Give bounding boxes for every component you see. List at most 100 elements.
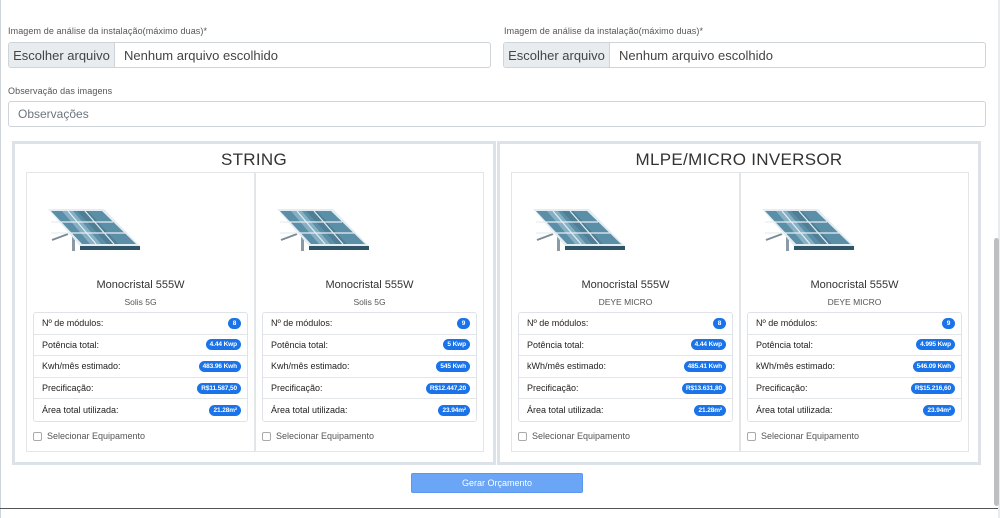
spec-value-badge: 4.995 Kwp <box>916 339 955 351</box>
spec-label: Potência total: <box>271 339 329 350</box>
spec-row: Área total utilizada: 21.28m² <box>519 399 732 421</box>
spec-row: Precificação: R$11.587,50 <box>34 378 247 400</box>
card-title: Monocristal 555W <box>325 279 414 291</box>
upload-1-file-input[interactable]: Escolher arquivo Nenhum arquivo escolhid… <box>8 42 491 68</box>
group-title: STRING <box>220 150 288 169</box>
select-equipment-checkbox[interactable] <box>518 431 527 441</box>
spec-value-badge: 545 Kwh <box>436 360 470 372</box>
select-equipment-checkbox[interactable] <box>747 431 756 441</box>
spec-value-badge: 4.44 Kwp <box>690 339 726 351</box>
spec-label: Potência total: <box>527 339 585 350</box>
spec-list: Nº de módulos: 9 Potência total: 5 Kwp K… <box>262 312 477 422</box>
select-equipment-checkbox[interactable] <box>33 431 42 441</box>
spec-row: Área total utilizada: 23.94m² <box>748 399 961 421</box>
scrollbar-thumb[interactable] <box>994 238 999 506</box>
spec-value-badge: 9 <box>942 317 955 329</box>
spec-list: Nº de módulos: 8 Potência total: 4.44 Kw… <box>33 312 248 422</box>
spec-row: kWh/mês estimado: 485.41 Kwh <box>519 356 732 378</box>
spec-label: Nº de módulos: <box>42 318 104 329</box>
spec-row: Precificação: R$12.447,20 <box>263 378 476 400</box>
card-title: Monocristal 555W <box>810 279 899 291</box>
equipment-card: Monocristal 555W DEYE MICRO Nº de módulo… <box>740 172 969 452</box>
spec-list: Nº de módulos: 8 Potência total: 4.44 Kw… <box>518 312 733 422</box>
card-subtitle: DEYE MICRO <box>827 297 882 307</box>
spec-row: Área total utilizada: 21.28m² <box>34 399 247 421</box>
spec-value-badge: 483.96 Kwh <box>198 360 241 372</box>
card-subtitle: DEYE MICRO <box>598 297 653 307</box>
spec-row: Kwh/mês estimado: 483.96 Kwh <box>34 356 247 378</box>
spec-label: Precificação: <box>42 383 94 394</box>
observations-label: Observação das imagens <box>8 86 113 96</box>
select-equipment-option[interactable]: Selecionar Equipamento <box>518 431 630 441</box>
upload-2-status: Nenhum arquivo escolhido <box>619 47 773 63</box>
spec-label: Potência total: <box>756 339 814 350</box>
spec-label: kWh/mês estimado: <box>527 361 607 372</box>
generate-quote-button[interactable]: Gerar Orçamento <box>411 473 583 493</box>
spec-row: Precificação: R$13.631,80 <box>519 378 732 400</box>
spec-row: Área total utilizada: 23.94m² <box>263 399 476 421</box>
equipment-card: Monocristal 555W Solis 5G Nº de módulos:… <box>255 172 484 452</box>
select-equipment-checkbox[interactable] <box>262 431 271 441</box>
spec-list: Nº de módulos: 9 Potência total: 4.995 K… <box>747 312 962 422</box>
spec-label: kWh/mês estimado: <box>756 361 836 372</box>
spec-row: Potência total: 4.44 Kwp <box>34 335 247 357</box>
select-equipment-option[interactable]: Selecionar Equipamento <box>747 431 859 441</box>
upload-2-label: Imagem de análise da instalação(máximo d… <box>504 26 704 36</box>
card-title: Monocristal 555W <box>581 279 670 291</box>
select-equipment-label: Selecionar Equipamento <box>761 431 860 441</box>
spec-row: Kwh/mês estimado: 545 Kwh <box>263 356 476 378</box>
solar-panel-icon <box>277 209 369 251</box>
spec-label: Precificação: <box>527 383 579 394</box>
spec-row: Precificação: R$15.216,60 <box>748 378 961 400</box>
spec-value-badge: 21.28m² <box>694 404 726 416</box>
spec-label: Nº de módulos: <box>756 318 818 329</box>
spec-label: Área total utilizada: <box>527 405 604 416</box>
upload-1-label: Imagem de análise da instalação(máximo d… <box>8 26 208 36</box>
solar-panel-icon <box>533 209 625 251</box>
equipment-card: Monocristal 555W DEYE MICRO Nº de módulo… <box>511 172 740 452</box>
spec-label: Potência total: <box>42 339 100 350</box>
spec-label: Área total utilizada: <box>271 405 348 416</box>
spec-label: Precificação: <box>756 383 808 394</box>
spec-row: Nº de módulos: 8 <box>519 313 732 335</box>
spec-row: Nº de módulos: 8 <box>34 313 247 335</box>
select-equipment-label: Selecionar Equipamento <box>532 431 631 441</box>
observations-input[interactable]: Observações <box>8 101 986 127</box>
card-subtitle: Solis 5G <box>353 297 386 307</box>
window-left-border <box>0 0 1 518</box>
spec-label: Kwh/mês estimado: <box>271 361 350 372</box>
spec-label: Kwh/mês estimado: <box>42 361 121 372</box>
spec-value-badge: R$12.447,20 <box>425 382 470 394</box>
group-string: STRING Monocristal 555W Solis 5G Nº de m… <box>12 141 496 465</box>
spec-value-badge: 4.44 Kwp <box>205 339 241 351</box>
spec-value-badge: 9 <box>457 317 470 329</box>
select-equipment-label: Selecionar Equipamento <box>276 431 375 441</box>
select-equipment-option[interactable]: Selecionar Equipamento <box>33 431 145 441</box>
page-bottom-border <box>0 508 998 509</box>
spec-value-badge: R$11.587,50 <box>197 382 241 394</box>
group-title: MLPE/MICRO INVERSOR <box>635 150 843 169</box>
spec-row: Nº de módulos: 9 <box>748 313 961 335</box>
select-equipment-option[interactable]: Selecionar Equipamento <box>262 431 374 441</box>
spec-label: Precificação: <box>271 383 323 394</box>
spec-value-badge: 485.41 Kwh <box>683 360 726 372</box>
spec-value-badge: R$13.631,80 <box>681 382 726 394</box>
equipment-card: Monocristal 555W Solis 5G Nº de módulos:… <box>26 172 255 452</box>
spec-row: Potência total: 5 Kwp <box>263 335 476 357</box>
solar-panel-icon <box>48 209 140 251</box>
upload-1-choose-button[interactable]: Escolher arquivo <box>9 43 115 67</box>
solar-panel-icon <box>762 209 854 251</box>
spec-label: Nº de módulos: <box>271 318 333 329</box>
spec-value-badge: 8 <box>228 317 241 329</box>
spec-value-badge: R$15.216,60 <box>910 382 955 394</box>
spec-label: Área total utilizada: <box>756 405 833 416</box>
upload-2-file-input[interactable]: Escolher arquivo Nenhum arquivo escolhid… <box>503 42 986 68</box>
upload-2-choose-button[interactable]: Escolher arquivo <box>504 43 610 67</box>
card-title: Monocristal 555W <box>96 279 185 291</box>
spec-value-badge: 5 Kwp <box>443 339 470 351</box>
upload-1-status: Nenhum arquivo escolhido <box>124 47 278 63</box>
spec-value-badge: 23.94m² <box>438 404 470 416</box>
spec-value-badge: 21.28m² <box>209 404 241 416</box>
spec-value-badge: 23.94m² <box>923 404 955 416</box>
spec-row: Potência total: 4.44 Kwp <box>519 335 732 357</box>
